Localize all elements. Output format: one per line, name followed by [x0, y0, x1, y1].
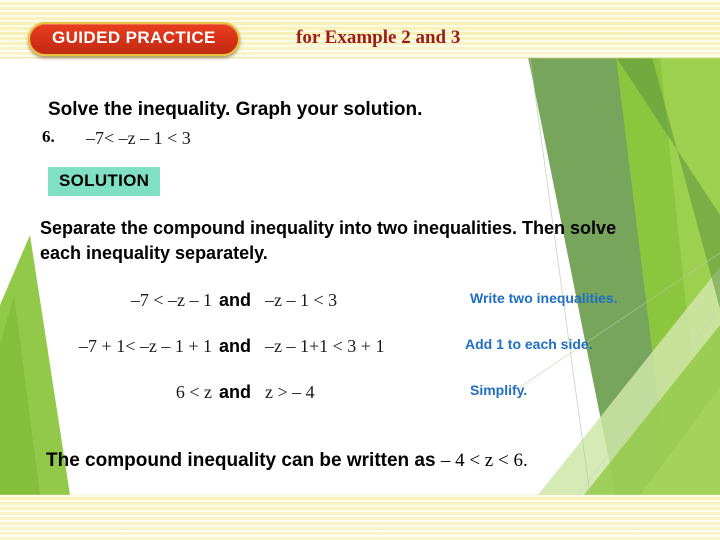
- conclusion-line: The compound inequality can be written a…: [46, 450, 528, 472]
- solution-step-row: 6 < z and z > – 4 Simplify.: [0, 382, 720, 410]
- slide-canvas: GUIDED PRACTICE for Example 2 and 3 Solv…: [0, 0, 720, 540]
- solution-step-row: –7 + 1< –z – 1 + 1 and –z – 1+1 < 3 + 1 …: [0, 336, 720, 364]
- step-conjunction: and: [219, 336, 252, 356]
- conclusion-result-expression: – 4 < z < 6.: [440, 450, 528, 471]
- step-conjunction: and: [219, 382, 252, 402]
- step-annotation: Simplify.: [470, 382, 528, 398]
- step-annotation: Write two inequalities.: [470, 290, 618, 306]
- step-left-expression: –7 + 1< –z – 1 + 1: [79, 336, 212, 356]
- step-conjunction: and: [219, 290, 252, 310]
- exercise-prompt: Solve the inequality. Graph your solutio…: [48, 99, 423, 120]
- step-annotation: Add 1 to each side.: [465, 336, 593, 352]
- bottom-decorative-band: [0, 495, 720, 540]
- step-right-expression: z > – 4: [265, 382, 315, 402]
- solution-explanation: Separate the compound inequality into tw…: [40, 218, 617, 263]
- step-left-expression: –7 < –z – 1: [130, 290, 212, 310]
- solution-step-row: –7 < –z – 1 and –z – 1 < 3 Write two ine…: [0, 290, 720, 318]
- problem-expression: –7< –z – 1 < 3: [86, 128, 191, 148]
- header-subtitle: for Example 2 and 3: [296, 27, 461, 48]
- step-left-expression: 6 < z: [175, 382, 212, 402]
- problem-number: 6.: [42, 127, 55, 146]
- step-right-expression: –z – 1 < 3: [265, 290, 338, 310]
- slide-content: Solve the inequality. Graph your solutio…: [0, 58, 720, 495]
- step-right-expression: –z – 1+1 < 3 + 1: [265, 336, 385, 356]
- guided-practice-badge: GUIDED PRACTICE: [28, 22, 240, 56]
- conclusion-lead-text: The compound inequality can be written a…: [46, 450, 436, 471]
- solution-label: SOLUTION: [48, 167, 161, 196]
- top-band-divider: [0, 57, 720, 59]
